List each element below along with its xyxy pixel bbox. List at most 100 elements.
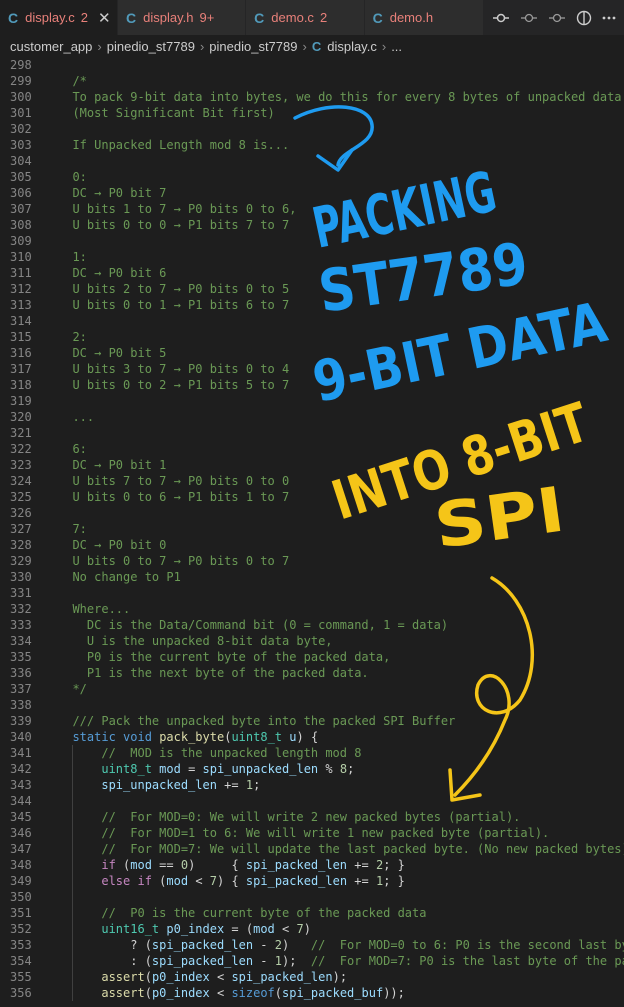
c-file-icon: C [254,9,265,26]
chevron-right-icon: › [97,38,102,54]
tab-label: demo.c [271,10,314,25]
code-line: 319 [0,393,624,409]
close-icon[interactable]: ✕ [98,9,111,27]
chevron-right-icon: › [302,38,307,54]
breadcrumb-item[interactable]: pinedio_st7789 [107,39,195,54]
code-text: 7: [58,522,87,536]
line-number: 307 [10,202,32,216]
tab-demo-c[interactable]: Cdemo.c 2 [246,0,365,35]
code-text: To pack 9-bit data into bytes, we do thi… [58,90,624,104]
breadcrumb-item[interactable]: display.c [327,39,377,54]
line-number: 317 [10,362,32,376]
code-line: 324 U bits 7 to 7 → P0 bits 0 to 0 [0,473,624,489]
code-line: 355 assert(p0_index < spi_packed_len); [0,969,624,985]
line-number: 320 [10,410,32,424]
code-text: assert(p0_index < sizeof(spi_packed_buf)… [101,986,405,1000]
indent-guide [72,793,73,809]
code-line: 302 [0,121,624,137]
code-text: DC → P0 bit 7 [58,186,167,200]
line-number: 340 [10,730,32,744]
code-line: 334 U is the unpacked 8-bit data byte, [0,633,624,649]
tab-display-h[interactable]: Cdisplay.h 9+ [118,0,247,35]
line-number: 326 [10,506,32,520]
more-actions-icon[interactable] [602,10,616,26]
code-text: 2: [58,330,87,344]
code-line: 326 [0,505,624,521]
line-number: 347 [10,842,32,856]
code-text: U is the unpacked 8-bit data byte, [58,634,333,648]
code-line: 313 U bits 0 to 1 → P1 bits 6 to 7 [0,297,624,313]
line-number: 315 [10,330,32,344]
toggle-panel-icon[interactable] [576,10,592,26]
code-text: DC is the Data/Command bit (0 = command,… [58,618,449,632]
line-number: 353 [10,938,32,952]
code-line: 341 // MOD is the unpacked length mod 8 [0,745,624,761]
go-back-icon[interactable] [520,10,538,26]
code-line: 315 2: [0,329,624,345]
line-number: 302 [10,122,32,136]
tab-problem-count: 2 [80,10,88,25]
line-number: 306 [10,186,32,200]
code-line: 312 U bits 2 to 7 → P0 bits 0 to 5 [0,281,624,297]
line-number: 336 [10,666,32,680]
code-text: */ [58,682,87,696]
tab-label: display.h [143,10,194,25]
code-text: if (mod == 0) { spi_packed_len += 2; } [101,858,405,872]
code-line: 299 /* [0,73,624,89]
code-line: 325 U bits 0 to 6 → P1 bits 1 to 7 [0,489,624,505]
breadcrumb-item[interactable]: ... [391,39,402,54]
line-number: 345 [10,810,32,824]
line-number: 325 [10,490,32,504]
code-line: 352 uint16_t p0_index = (mod < 7) [0,921,624,937]
code-text: else if (mod < 7) { spi_packed_len += 1;… [101,874,405,888]
code-line: 333 DC is the Data/Command bit (0 = comm… [0,617,624,633]
tab-demo-h[interactable]: Cdemo.h [364,0,484,35]
code-text: U bits 0 to 1 → P1 bits 6 to 7 [58,298,290,312]
line-number: 299 [10,74,32,88]
code-line: 344 [0,793,624,809]
line-number: 330 [10,570,32,584]
line-number: 339 [10,714,32,728]
code-line: 335 P0 is the current byte of the packed… [0,649,624,665]
code-line: 306 DC → P0 bit 7 [0,185,624,201]
code-text: U bits 0 to 2 → P1 bits 5 to 7 [58,378,290,392]
line-number: 335 [10,650,32,664]
code-line: 322 6: [0,441,624,457]
line-number: 350 [10,890,32,904]
breadcrumb-item[interactable]: customer_app [10,39,92,54]
code-line: 300 To pack 9-bit data into bytes, we do… [0,89,624,105]
code-text: // For MOD=7: We will update the last pa… [101,842,624,856]
line-number: 334 [10,634,32,648]
git-compare-icon[interactable] [492,10,510,26]
go-forward-icon[interactable] [548,10,566,26]
code-line: 331 [0,585,624,601]
code-line: 321 [0,425,624,441]
editor-actions [484,0,624,35]
breadcrumb-item[interactable]: pinedio_st7789 [209,39,297,54]
code-text: 6: [58,442,87,456]
line-number: 303 [10,138,32,152]
tab-display-c[interactable]: Cdisplay.c 2 ✕ [0,0,118,35]
line-number: 322 [10,442,32,456]
c-file-icon: C [372,9,383,26]
line-number: 349 [10,874,32,888]
code-line: 356 assert(p0_index < sizeof(spi_packed_… [0,985,624,1001]
code-text: U bits 1 to 7 → P0 bits 0 to 6, [58,202,297,216]
code-text: P1 is the next byte of the packed data. [58,666,369,680]
code-line: 330 No change to P1 [0,569,624,585]
code-text: U bits 7 to 7 → P0 bits 0 to 0 [58,474,290,488]
breadcrumb: customer_app › pinedio_st7789 › pinedio_st77… [0,35,624,57]
code-line: 318 U bits 0 to 2 → P1 bits 5 to 7 [0,377,624,393]
code-line: 301 (Most Significant Bit first) [0,105,624,121]
code-line: 349 else if (mod < 7) { spi_packed_len +… [0,873,624,889]
code-editor[interactable]: 298 299 /* 300 To pack 9-bit data into byt… [0,57,624,1007]
line-number: 308 [10,218,32,232]
indent-guide [72,889,73,905]
line-number: 309 [10,234,32,248]
line-number: 346 [10,826,32,840]
line-number: 332 [10,602,32,616]
code-line: 348 if (mod == 0) { spi_packed_len += 2;… [0,857,624,873]
code-line: 328 DC → P0 bit 0 [0,537,624,553]
code-line: 316 DC → P0 bit 5 [0,345,624,361]
c-file-icon: C [311,38,322,54]
